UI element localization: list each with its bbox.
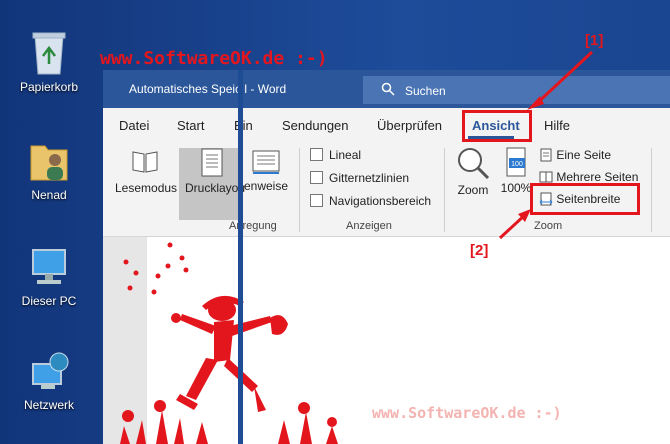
annotation-label-2: [2] xyxy=(470,242,489,259)
annotation-label-1: [1] xyxy=(585,32,604,49)
arrow-to-tab xyxy=(532,50,594,108)
watermark-bottom: www.SoftwareOK.de :-) xyxy=(372,404,562,422)
watermark-top: www.SoftwareOK.de :-) xyxy=(100,48,328,69)
